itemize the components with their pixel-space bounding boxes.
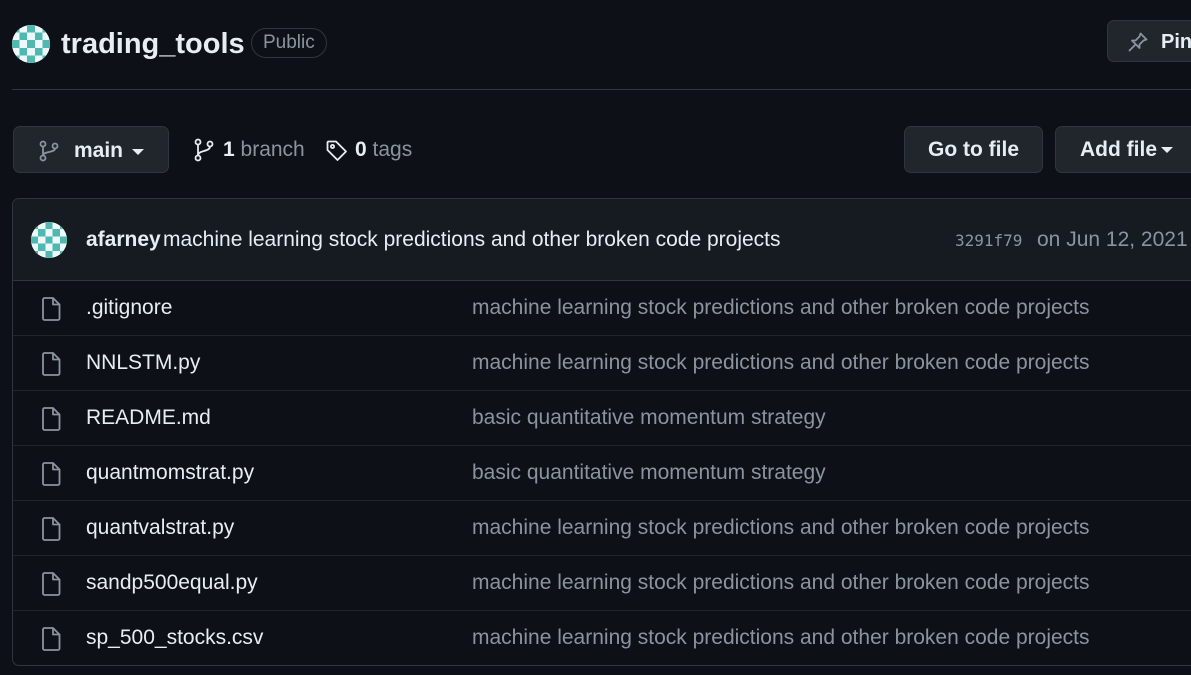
- file-commit-message-link[interactable]: machine learning stock predictions and o…: [472, 570, 1090, 596]
- file-icon: [42, 407, 61, 431]
- file-name-link[interactable]: quantvalstrat.py: [86, 515, 234, 541]
- tag-icon: [326, 140, 347, 161]
- file-commit-message-link[interactable]: machine learning stock predictions and o…: [472, 350, 1090, 376]
- file-row[interactable]: quantvalstrat.py machine learning stock p…: [13, 501, 1191, 556]
- repo-header: trading_tools Public Pin: [0, 0, 1191, 90]
- header-divider: [12, 89, 1191, 90]
- file-icon: [42, 462, 61, 486]
- latest-commit-bar: afarney machine learning stock predictio…: [13, 199, 1191, 281]
- file-commit-message-link[interactable]: machine learning stock predictions and o…: [472, 515, 1090, 541]
- branch-name: main: [74, 139, 124, 162]
- file-icon: [42, 627, 61, 651]
- file-icon: [42, 352, 61, 376]
- repo-name-link[interactable]: trading_tools: [61, 24, 245, 64]
- tag-word: tags: [372, 138, 413, 161]
- add-file-label: Add file: [1080, 138, 1157, 161]
- file-name-link[interactable]: sandp500equal.py: [86, 570, 258, 596]
- commit-author-link[interactable]: afarney: [86, 227, 161, 253]
- file-row[interactable]: sandp500equal.py machine learning stock p…: [13, 556, 1191, 611]
- file-name-link[interactable]: NNLSTM.py: [86, 350, 200, 376]
- file-icon: [42, 297, 61, 321]
- commit-date: on Jun 12, 2021: [1037, 228, 1188, 251]
- file-name-link[interactable]: quantmomstrat.py: [86, 460, 254, 486]
- file-commit-message-link[interactable]: basic quantitative momentum strategy: [472, 460, 826, 486]
- file-icon: [42, 517, 61, 541]
- commit-message-link[interactable]: machine learning stock predictions and o…: [163, 227, 781, 253]
- file-commit-message-link[interactable]: basic quantitative momentum strategy: [472, 405, 826, 431]
- file-commit-message-link[interactable]: machine learning stock predictions and o…: [472, 295, 1090, 321]
- pin-label: Pin: [1161, 31, 1191, 53]
- file-commit-message-link[interactable]: machine learning stock predictions and o…: [472, 625, 1090, 651]
- file-name-link[interactable]: .gitignore: [86, 295, 172, 321]
- branch-word: branch: [240, 138, 305, 161]
- file-name-link[interactable]: README.md: [86, 405, 211, 431]
- file-listing: afarney machine learning stock predictio…: [12, 198, 1191, 666]
- caret-down-icon: [132, 149, 144, 155]
- file-name-link[interactable]: sp_500_stocks.csv: [86, 625, 263, 651]
- pin-button[interactable]: Pin: [1107, 20, 1191, 62]
- tag-count: 0: [355, 138, 367, 161]
- git-branch-icon: [39, 140, 59, 162]
- file-row[interactable]: NNLSTM.py machine learning stock predicti…: [13, 336, 1191, 391]
- file-row[interactable]: README.md basic quantitative momentum str…: [13, 391, 1191, 446]
- author-avatar[interactable]: [31, 222, 67, 258]
- git-branch-icon: [194, 138, 214, 162]
- file-row[interactable]: quantmomstrat.py basic quantitative momen…: [13, 446, 1191, 501]
- branch-select-button[interactable]: main: [13, 126, 169, 173]
- commit-sha-link[interactable]: 3291f79: [955, 230, 1022, 252]
- add-file-button[interactable]: Add file: [1055, 126, 1191, 173]
- caret-down-icon: [1161, 147, 1173, 153]
- file-row[interactable]: .gitignore machine learning stock predict…: [13, 281, 1191, 336]
- pin-icon: [1128, 32, 1148, 52]
- go-to-file-button[interactable]: Go to file: [904, 126, 1043, 173]
- file-row[interactable]: sp_500_stocks.csv machine learning stock …: [13, 611, 1191, 665]
- branch-count: 1: [223, 138, 235, 161]
- file-icon: [42, 572, 61, 596]
- owner-avatar[interactable]: [12, 25, 50, 63]
- visibility-badge: Public: [251, 28, 327, 58]
